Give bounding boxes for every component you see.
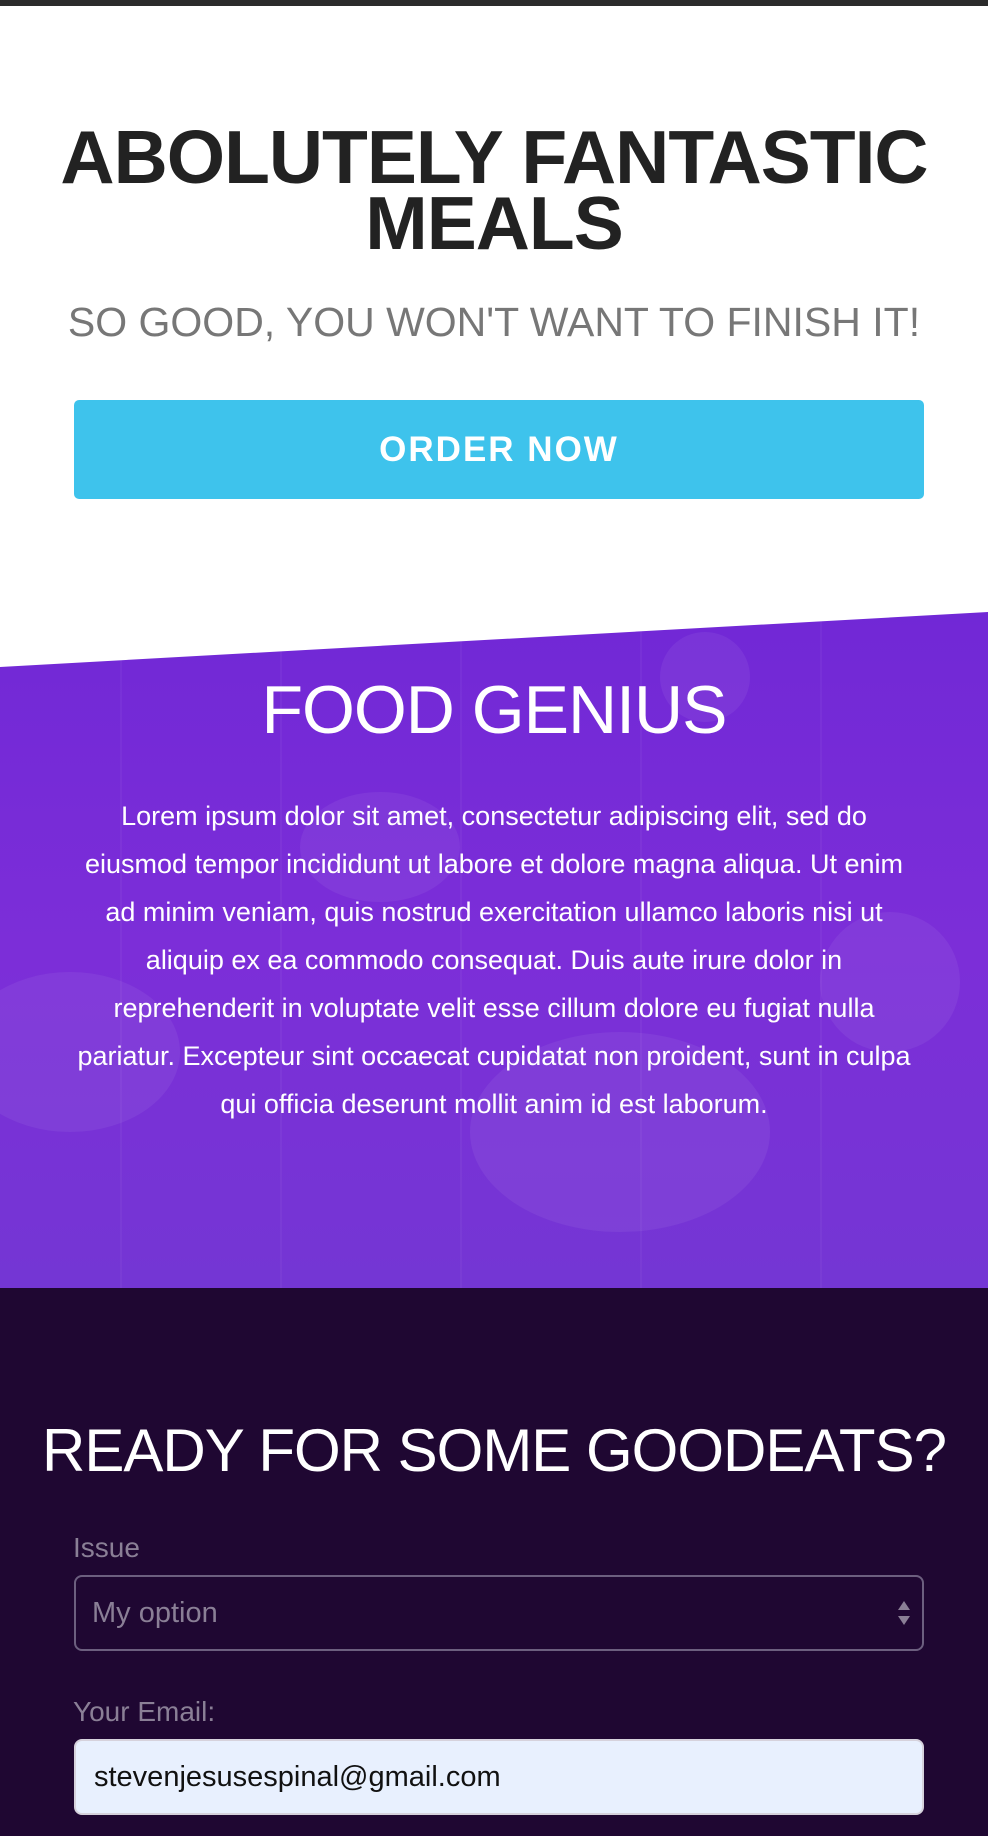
food-genius-section: FOOD GENIUS Lorem ipsum dolor sit amet, … xyxy=(0,612,988,1288)
order-now-button[interactable]: ORDER NOW xyxy=(74,400,924,499)
section-title: FOOD GENIUS xyxy=(261,672,727,748)
issue-select-value: My option xyxy=(92,1597,218,1629)
email-label: Your Email: xyxy=(73,1696,216,1727)
email-input[interactable] xyxy=(74,1739,924,1815)
signup-section: READY FOR SOME GOODEATS? Issue My option… xyxy=(0,1288,988,1836)
issue-label: Issue xyxy=(73,1532,140,1563)
hero-section: ABOLUTELY FANTASTIC MEALS SO GOOD, YOU W… xyxy=(0,6,988,646)
issue-select[interactable]: My option xyxy=(74,1575,924,1651)
signup-title: READY FOR SOME GOODEATS? xyxy=(42,1417,947,1484)
select-arrows-icon xyxy=(898,1601,910,1625)
hero-title: ABOLUTELY FANTASTIC MEALS xyxy=(60,115,928,265)
section-body-text: Lorem ipsum dolor sit amet, consectetur … xyxy=(77,801,911,1119)
hero-subtitle: SO GOOD, YOU WON'T WANT TO FINISH IT! xyxy=(67,299,921,345)
